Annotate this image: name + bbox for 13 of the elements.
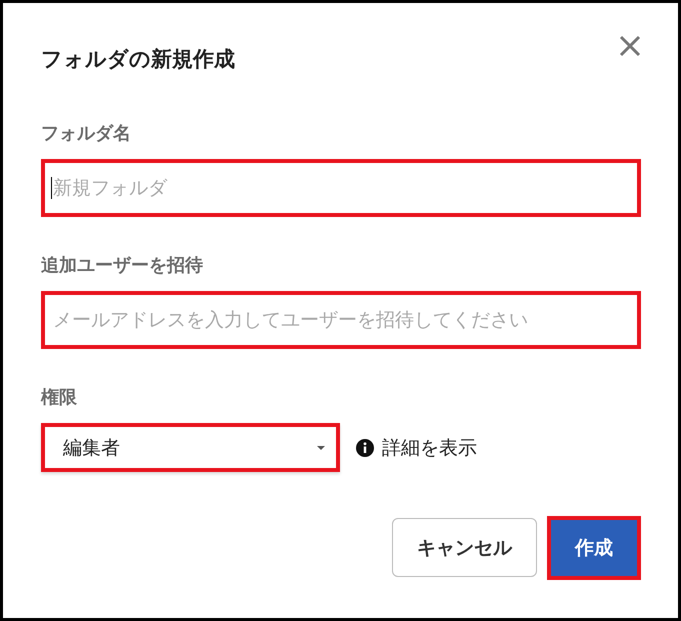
- dialog-title: フォルダの新規作成: [41, 46, 235, 73]
- details-link[interactable]: 詳細を表示: [382, 434, 477, 460]
- close-icon[interactable]: [619, 35, 641, 57]
- field-label: フォルダ名: [41, 122, 132, 145]
- field-label: 追加ユーザーを招待: [41, 254, 204, 277]
- permission-dropdown[interactable]: 編集者: [41, 423, 340, 472]
- create-button[interactable]: 作成: [551, 520, 637, 576]
- field-label: 権限: [41, 386, 78, 409]
- info-icon: [356, 438, 374, 456]
- input-field[interactable]: メールアドレスを入力してユーザーを招待してください: [41, 291, 641, 349]
- caret-icon: [316, 444, 326, 450]
- cancel-button[interactable]: キャンセル: [392, 518, 537, 577]
- input-field[interactable]: 新規フォルダ: [41, 159, 641, 217]
